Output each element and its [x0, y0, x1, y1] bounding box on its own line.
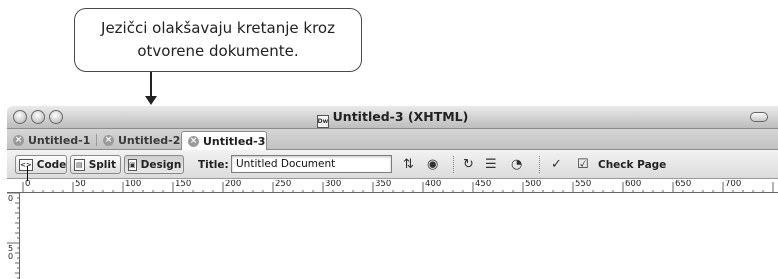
horizontal-ruler-ticks: [22, 182, 774, 192]
code-view-button[interactable]: <> Code: [15, 155, 67, 174]
ruler-label: 150: [175, 180, 192, 189]
horizontal-ruler: 0 50 100 150 200 250 300 350 400 450 500 550 600 650 7…: [7, 180, 778, 193]
window-title-text: Untitled-3 (XHTML): [332, 109, 469, 124]
ruler-label: 500: [525, 180, 542, 189]
window-title: Dw Untitled-3 (XHTML): [7, 109, 778, 128]
tab-untitled-2[interactable]: × Untitled-2: [97, 131, 181, 150]
ruler-label: 700: [725, 180, 742, 189]
file-management-icon[interactable]: ⇅: [403, 156, 414, 173]
toolbar-divider: [539, 156, 540, 173]
document-title-input[interactable]: [231, 155, 392, 173]
preview-in-browser-icon[interactable]: ◉: [427, 156, 438, 173]
callout-line-2: otvorene dokumente.: [137, 42, 299, 60]
tab-label: Untitled-1: [28, 134, 91, 147]
code-icon: <>: [19, 158, 33, 171]
title-bar[interactable]: Dw Untitled-3 (XHTML): [7, 106, 778, 129]
ruler-label: 450: [475, 180, 492, 189]
close-tab-icon[interactable]: ×: [103, 135, 114, 146]
callout-line-1: Jezičci olakšavaju kretanje kroz: [101, 19, 335, 37]
vertical-ruler-ticks: [7, 193, 19, 279]
tab-label: Untitled-3: [203, 135, 266, 148]
text-caret: [27, 166, 28, 181]
ruler-label: 650: [675, 180, 692, 189]
code-label: Code: [36, 158, 67, 171]
ruler-label: 0: [25, 180, 31, 189]
ruler-label: 400: [425, 180, 442, 189]
ruler-label: 250: [275, 180, 292, 189]
ruler-label: 550: [575, 180, 592, 189]
split-icon: ▤: [74, 158, 85, 171]
ruler-label: 50: [75, 180, 86, 189]
split-view-button[interactable]: ▤ Split: [70, 155, 121, 174]
validate-markup-icon[interactable]: ✓: [551, 156, 562, 173]
document-toolbar: <> Code ▤ Split ▣ Design Title: ⇅ ◉ ↻ ☰ …: [7, 150, 778, 179]
design-canvas[interactable]: [20, 194, 778, 279]
ruler-label: 100: [125, 180, 142, 189]
document-icon: Dw: [316, 115, 329, 128]
toolbar-toggle-button[interactable]: [750, 112, 768, 122]
design-label: Design: [140, 158, 182, 171]
tab-untitled-1[interactable]: × Untitled-1: [7, 131, 95, 150]
view-options-icon[interactable]: ☰: [485, 156, 497, 173]
callout-box: Jezičci olakšavaju kretanje kroz otvoren…: [74, 8, 362, 72]
check-page-icon[interactable]: ☑: [577, 156, 589, 173]
document-tab-bar: × Untitled-1 × Untitled-2 × Untitled-3: [7, 129, 778, 151]
design-icon: ▣: [128, 158, 137, 171]
callout-arrow-head: [145, 96, 157, 105]
design-view-button[interactable]: ▣ Design: [124, 155, 184, 174]
vertical-ruler: 0 50: [7, 193, 20, 279]
close-tab-icon[interactable]: ×: [188, 136, 199, 147]
split-label: Split: [88, 158, 116, 171]
toolbar-divider: [453, 156, 454, 173]
tab-untitled-3[interactable]: × Untitled-3: [181, 131, 267, 151]
ruler-label: 600: [625, 180, 642, 189]
tab-label: Untitled-2: [118, 134, 181, 147]
ruler-label: 200: [225, 180, 242, 189]
check-page-label[interactable]: Check Page: [598, 159, 666, 171]
title-label: Title:: [198, 159, 229, 171]
ruler-label: 0: [8, 194, 14, 203]
ruler-label: 350: [375, 180, 392, 189]
callout-arrow-line: [150, 72, 152, 98]
visual-aids-icon[interactable]: ◔: [511, 156, 522, 173]
close-tab-icon[interactable]: ×: [13, 135, 24, 146]
ruler-label: 300: [325, 180, 342, 189]
ruler-label: 50: [8, 244, 14, 261]
refresh-icon[interactable]: ↻: [463, 156, 474, 173]
